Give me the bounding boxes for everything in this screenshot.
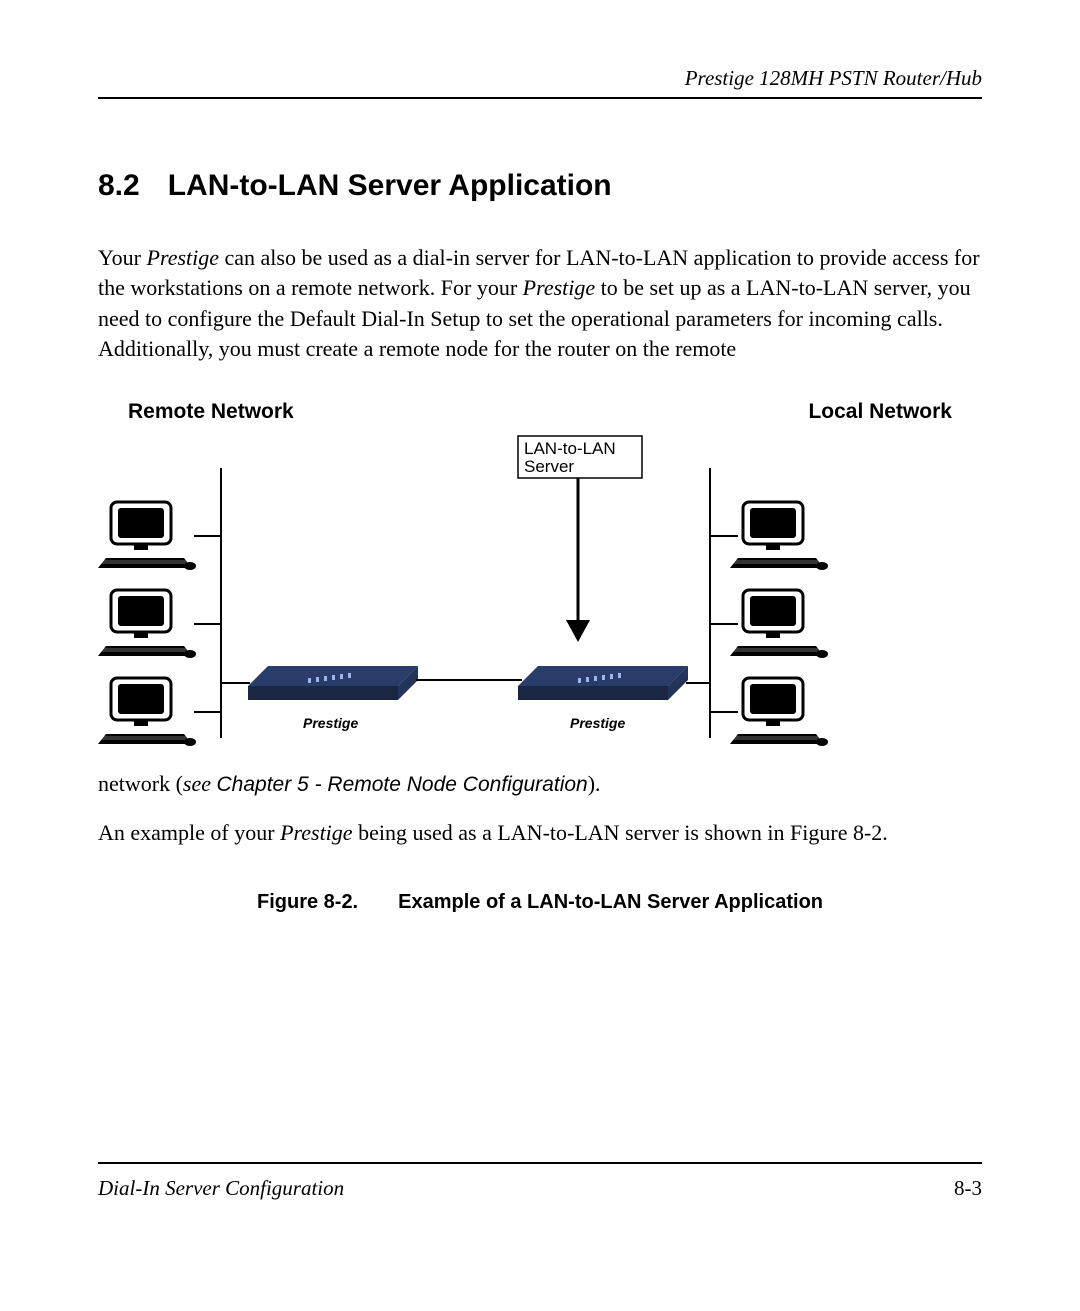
p2-t1: An example of your (98, 820, 280, 845)
figure-number: Figure 8-2. (257, 891, 358, 913)
p2-t2: being used as a LAN-to-LAN server is sho… (353, 820, 888, 845)
running-header: Prestige 128MH PSTN Router/Hub (98, 66, 982, 99)
lan-to-lan-box-line2: Server (524, 457, 574, 476)
ad-t1: network ( (98, 771, 183, 796)
ad-see: see (183, 771, 217, 796)
paragraph-1: Your Prestige can also be used as a dial… (98, 243, 982, 364)
workstation-icon (710, 678, 828, 746)
diagram-top-labels: Remote Network Local Network (98, 400, 982, 424)
workstation-icon (98, 590, 221, 658)
p1-prestige-2: Prestige (523, 275, 596, 300)
workstation-icon (98, 502, 221, 570)
network-diagram: LAN-to-LAN Server Prestige Prestige (98, 428, 982, 763)
paragraph-2: An example of your Prestige being used a… (98, 818, 982, 848)
workstation-icon (710, 502, 828, 570)
section-title: LAN-to-LAN Server Application (168, 169, 612, 202)
footer-page-number: 8-3 (954, 1176, 982, 1201)
workstation-icon (98, 678, 221, 746)
diagram-wrapper: Remote Network Local Network (98, 400, 982, 763)
router-left-caption: Prestige (303, 715, 358, 731)
section-heading: 8.2 LAN-to-LAN Server Application (98, 169, 982, 203)
figure-title: Example of a LAN-to-LAN Server Applicati… (398, 891, 823, 913)
figure-caption: Figure 8-2. Example of a LAN-to-LAN Serve… (98, 891, 982, 914)
diagram-svg: LAN-to-LAN Server Prestige Prestige (98, 428, 982, 758)
workstation-icon (710, 590, 828, 658)
p1-t1: Your (98, 245, 147, 270)
after-diagram-line: network (see Chapter 5 - Remote Node Con… (98, 769, 982, 800)
page: Prestige 128MH PSTN Router/Hub 8.2 LAN-to… (0, 0, 1080, 1311)
footer-left: Dial-In Server Configuration (98, 1176, 344, 1201)
p2-prestige: Prestige (280, 820, 353, 845)
router-icon (518, 666, 688, 700)
chapter-reference: Chapter 5 - Remote Node Configuration (217, 773, 588, 796)
remote-network-label: Remote Network (128, 400, 732, 424)
router-right-caption: Prestige (570, 715, 625, 731)
p1-prestige-1: Prestige (147, 245, 220, 270)
page-footer: Dial-In Server Configuration 8-3 (98, 1162, 982, 1201)
ad-t2: ). (588, 771, 601, 796)
router-icon (248, 666, 418, 700)
lan-to-lan-box-line1: LAN-to-LAN (524, 439, 616, 458)
section-number: 8.2 (98, 169, 140, 202)
local-network-label: Local Network (732, 400, 952, 424)
